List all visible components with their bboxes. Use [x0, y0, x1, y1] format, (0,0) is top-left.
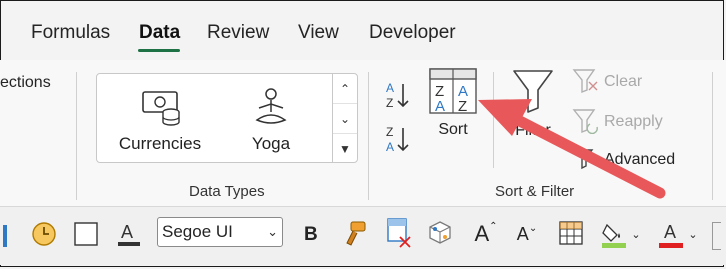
toolbar-partial-edge [0, 221, 10, 251]
chevron-down-icon: ⌄ [631, 228, 641, 241]
chevron-down-icon: ⌄ [267, 224, 278, 239]
caret-down-icon: ⌄ [528, 222, 538, 234]
bold-button[interactable]: B [304, 224, 318, 246]
table-borders-icon[interactable] [557, 219, 585, 247]
fill-color-button[interactable]: ⌄ [598, 219, 642, 249]
font-color-letter: A [121, 222, 133, 242]
chevron-down-icon: ⌄ [688, 228, 698, 241]
increase-font-size-label: A [474, 221, 490, 246]
text-color-letter: A [664, 222, 676, 242]
font-color-button[interactable]: A [114, 219, 144, 249]
font-color-icon: A [118, 222, 140, 246]
delete-cells-icon[interactable] [384, 217, 412, 249]
fill-color-icon [602, 223, 627, 248]
border-icon[interactable] [73, 221, 99, 247]
clock-icon[interactable] [30, 220, 58, 248]
caret-up-icon: ⌃ [489, 220, 498, 232]
text-color-icon: A [659, 222, 684, 248]
decrease-font-size-button[interactable]: A ⌄ [512, 219, 542, 249]
increase-font-size-button[interactable]: A ⌃ [470, 219, 502, 249]
decrease-font-size-label: A [516, 223, 529, 244]
format-painter-icon[interactable] [341, 219, 369, 249]
text-color-button[interactable]: A ⌄ [655, 219, 699, 249]
font-name-value: Segoe UI [162, 222, 233, 241]
toolbar-overflow-edge [712, 222, 721, 250]
font-name-select[interactable]: Segoe UI ⌄ [157, 217, 283, 247]
3d-shape-icon[interactable] [426, 219, 454, 247]
